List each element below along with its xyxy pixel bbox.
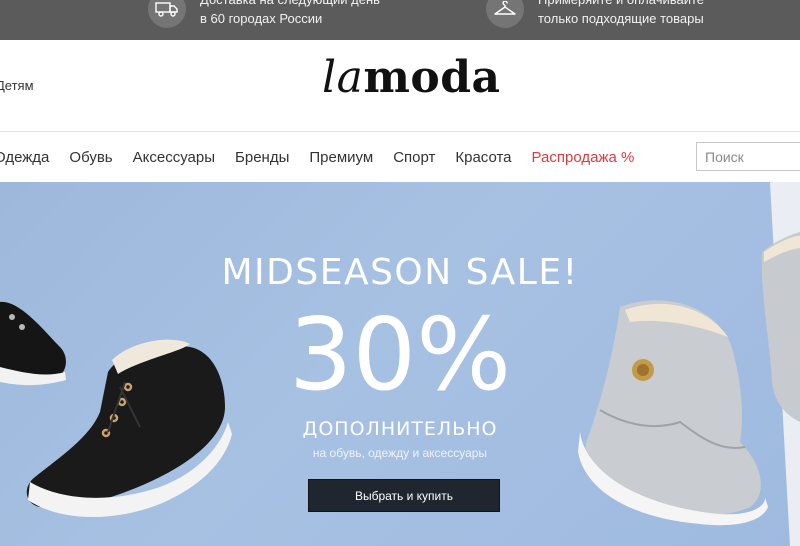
delivery-promo-line1: Доставка на следующий день bbox=[200, 0, 380, 9]
banner-subtitle: на обувь, одежду и аксессуары bbox=[312, 446, 488, 460]
top-promo-bar: Доставка на следующий день в 60 городах … bbox=[0, 0, 800, 40]
banner-percent: 30% bbox=[288, 296, 512, 413]
nav-item-beauty[interactable]: Красота bbox=[455, 149, 511, 166]
nav-item-sale[interactable]: Распродажа % bbox=[532, 149, 635, 166]
nav-item-sport[interactable]: Спорт bbox=[393, 149, 435, 166]
delivery-promo-line2: в 60 городах России bbox=[200, 11, 323, 26]
banner-headline: MIDSEASON SALE! bbox=[221, 252, 579, 293]
logo-moda: moda bbox=[363, 52, 501, 103]
shop-now-button[interactable]: Выбрать и купить bbox=[308, 479, 500, 512]
nav-item-clothing[interactable]: Одежда bbox=[0, 149, 49, 166]
banner-extra: ДОПОЛНИТЕЛЬНО bbox=[302, 418, 498, 440]
sale-banner[interactable]: MIDSEASON SALE! 30% ДОПОЛНИТЕЛЬНО на обу… bbox=[0, 182, 800, 546]
search-input[interactable] bbox=[696, 142, 800, 171]
hanger-icon bbox=[486, 0, 524, 28]
lamoda-logo[interactable]: lamoda bbox=[322, 52, 501, 103]
site-header: Детям lamoda bbox=[0, 40, 800, 131]
delivery-promo[interactable]: Доставка на следующий день в 60 городах … bbox=[148, 0, 380, 28]
main-navigation: Одежда Обувь Аксессуары Бренды Премиум С… bbox=[0, 131, 800, 183]
fitting-promo-line2: только подходящие товары bbox=[538, 11, 704, 26]
fitting-promo-line1: Примеряйте и оплачивайте bbox=[538, 0, 704, 9]
nav-item-shoes[interactable]: Обувь bbox=[69, 149, 112, 166]
nav-item-accessories[interactable]: Аксессуары bbox=[133, 149, 215, 166]
nav-item-brands[interactable]: Бренды bbox=[235, 149, 289, 166]
kids-link[interactable]: Детям bbox=[0, 78, 34, 93]
fitting-promo[interactable]: Примеряйте и оплачивайте только подходящ… bbox=[486, 0, 704, 28]
truck-icon bbox=[148, 0, 186, 28]
nav-item-premium[interactable]: Премиум bbox=[309, 149, 373, 166]
logo-la: la bbox=[322, 52, 364, 103]
